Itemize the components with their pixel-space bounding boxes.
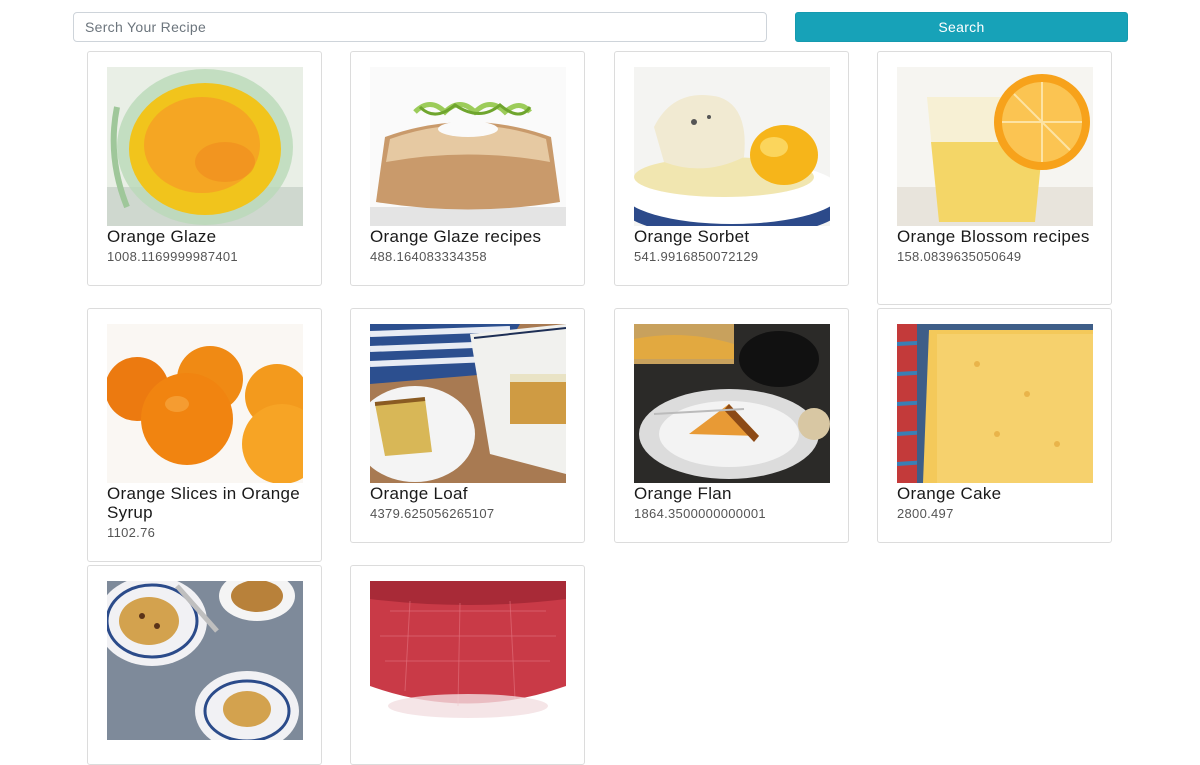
- recipe-value: 488.164083334358: [370, 249, 487, 264]
- recipe-image: [107, 581, 303, 740]
- recipe-title: Orange Cake: [897, 484, 1002, 503]
- recipe-card[interactable]: Orange Blossom recipes 158.0839635050649: [877, 51, 1112, 305]
- recipe-card[interactable]: Orange Sorbet 541.9916850072129: [614, 51, 849, 286]
- recipe-title: Orange Blossom recipes: [897, 227, 1090, 246]
- recipe-title: Orange Flan: [634, 484, 732, 503]
- recipe-title: Orange Sorbet: [634, 227, 750, 246]
- recipe-image: [107, 324, 303, 483]
- search-button[interactable]: Search: [795, 12, 1128, 42]
- recipe-card[interactable]: Orange Loaf 4379.625056265107: [350, 308, 585, 543]
- recipe-image: [107, 67, 303, 226]
- recipe-card[interactable]: Orange Flan 1864.3500000000001: [614, 308, 849, 543]
- recipe-image: [634, 324, 830, 483]
- recipe-card[interactable]: [350, 565, 585, 765]
- recipe-value: 1008.1169999987401: [107, 249, 238, 264]
- recipe-image: [370, 581, 566, 740]
- recipe-value: 1102.76: [107, 525, 156, 540]
- recipe-card[interactable]: Orange Glaze 1008.1169999987401: [87, 51, 322, 286]
- recipe-card[interactable]: Orange Cake 2800.497: [877, 308, 1112, 543]
- recipe-image: [634, 67, 830, 226]
- recipe-title: Orange Loaf: [370, 484, 468, 503]
- recipe-title: Orange Slices in Orange Syrup: [107, 484, 301, 522]
- recipe-image: [370, 324, 566, 483]
- recipe-value: 4379.625056265107: [370, 506, 495, 521]
- recipe-image: [370, 67, 566, 226]
- recipe-value: 2800.497: [897, 506, 954, 521]
- recipe-title: Orange Glaze: [107, 227, 217, 246]
- recipe-card[interactable]: Orange Slices in Orange Syrup 1102.76: [87, 308, 322, 562]
- search-bar: Search: [73, 12, 1128, 42]
- recipe-title: Orange Glaze recipes: [370, 227, 542, 246]
- recipe-card[interactable]: [87, 565, 322, 765]
- recipe-card[interactable]: Orange Glaze recipes 488.164083334358: [350, 51, 585, 286]
- recipe-value: 541.9916850072129: [634, 249, 759, 264]
- recipe-value: 1864.3500000000001: [634, 506, 766, 521]
- recipe-image: [897, 67, 1093, 226]
- search-input[interactable]: [73, 12, 767, 42]
- recipe-image: [897, 324, 1093, 483]
- recipe-value: 158.0839635050649: [897, 249, 1022, 264]
